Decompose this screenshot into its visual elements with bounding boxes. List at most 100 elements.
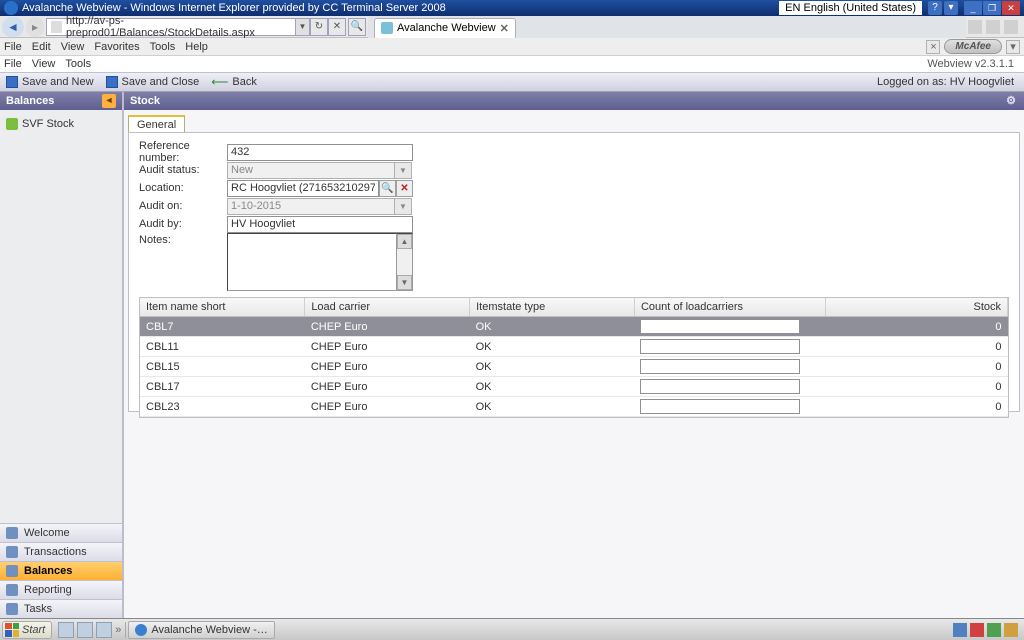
col-item[interactable]: Item name short [140, 298, 305, 317]
page-icon [51, 21, 62, 33]
task-label: Avalanche Webview -… [151, 624, 267, 636]
notes-scrollbar[interactable]: ▲ ▼ [397, 233, 413, 291]
nav-reporting-label: Reporting [24, 584, 72, 596]
window-title: Avalanche Webview - Windows Internet Exp… [22, 2, 446, 14]
app-menu-view[interactable]: View [32, 58, 56, 70]
save-close-label: Save and Close [122, 76, 200, 88]
save-and-new-button[interactable]: Save and New [6, 76, 94, 88]
back-arrow-icon: ⟵ [211, 75, 228, 89]
mcafee-badge[interactable]: McAfee [944, 39, 1002, 54]
chevron-down-icon[interactable]: ▼ [395, 162, 412, 179]
table-row[interactable]: CBL23CHEP EuroOK0 [140, 397, 1008, 417]
stop-button[interactable]: ✕ [328, 18, 346, 36]
table-row[interactable]: CBL15CHEP EuroOK0 [140, 357, 1008, 377]
tray-icon[interactable] [987, 623, 1001, 637]
table-row[interactable]: CBL17CHEP EuroOK0 [140, 377, 1008, 397]
collapse-sidebar-icon[interactable]: ◄ [102, 94, 116, 108]
sidebar-header: Balances ◄ [0, 92, 122, 110]
audit-by-input[interactable] [227, 216, 413, 233]
audit-status-combo[interactable]: New ▼ [227, 162, 412, 179]
count-input[interactable] [640, 339, 800, 354]
tray-icon[interactable] [970, 623, 984, 637]
logged-on-label: Logged on as: HV Hoogvliet [877, 76, 1018, 88]
count-input[interactable] [640, 399, 800, 414]
col-carrier[interactable]: Load carrier [305, 298, 470, 317]
nav-balances[interactable]: Balances [0, 561, 122, 580]
col-count[interactable]: Count of loadcarriers [634, 298, 825, 317]
url-dropdown-icon[interactable]: ▼ [296, 18, 310, 36]
home-icon[interactable] [968, 20, 982, 34]
main-panel: Stock ⚙ General Reference number: Audit … [124, 92, 1024, 618]
menu-help[interactable]: Help [185, 41, 208, 53]
tab-close-icon[interactable]: ✕ [500, 22, 509, 35]
ql-expand-icon[interactable]: » [115, 624, 121, 636]
nav-reporting[interactable]: Reporting [0, 580, 122, 599]
start-button[interactable]: Start [2, 621, 52, 639]
label-audit-by: Audit by: [139, 218, 227, 230]
lang-dropdown-icon[interactable]: ▾ [944, 1, 958, 15]
location-input[interactable] [227, 180, 379, 197]
toolbar-close-icon[interactable]: × [926, 40, 940, 54]
lookup-icon[interactable]: 🔍 [379, 180, 396, 197]
count-input[interactable] [640, 379, 800, 394]
count-input[interactable] [640, 319, 800, 334]
col-stock[interactable]: Stock [825, 298, 1007, 317]
back-button[interactable]: ◄ [2, 17, 24, 37]
tray-icon[interactable] [1004, 623, 1018, 637]
address-bar[interactable]: http://av-ps-preprod01/Balances/StockDet… [46, 18, 296, 36]
back-nav-button[interactable]: ⟵ Back [211, 75, 257, 89]
col-state[interactable]: Itemstate type [470, 298, 635, 317]
sidebar-title: Balances [6, 95, 54, 107]
maximize-button[interactable]: ❐ [983, 1, 1001, 15]
clear-icon[interactable]: ✕ [396, 180, 413, 197]
favorites-icon[interactable] [986, 20, 1000, 34]
ql-ie-icon[interactable] [96, 622, 112, 638]
audit-on-combo[interactable]: 1-10-2015 ▼ [227, 198, 412, 215]
notes-textarea[interactable] [227, 233, 397, 291]
help-icon[interactable]: ? [928, 1, 942, 15]
reference-input[interactable] [227, 144, 413, 161]
count-input[interactable] [640, 359, 800, 374]
menu-tools[interactable]: Tools [150, 41, 176, 53]
cell-carrier: CHEP Euro [305, 357, 470, 377]
language-indicator[interactable]: EN English (United States) [779, 1, 922, 15]
menu-edit[interactable]: Edit [32, 41, 51, 53]
menu-view[interactable]: View [61, 41, 85, 53]
app-menu-tools[interactable]: Tools [65, 58, 91, 70]
scroll-up-icon[interactable]: ▲ [397, 234, 412, 249]
menu-file[interactable]: File [4, 41, 22, 53]
cell-count [634, 317, 825, 337]
tab-favicon [381, 22, 393, 34]
browser-tab[interactable]: Avalanche Webview ✕ [374, 18, 516, 38]
table-row[interactable]: CBL7CHEP EuroOK0 [140, 317, 1008, 337]
tray-icon[interactable] [953, 623, 967, 637]
minimize-button[interactable]: _ [964, 1, 982, 15]
panel-title: Stock [130, 95, 160, 107]
refresh-button[interactable]: ↻ [310, 18, 328, 36]
nav-tasks[interactable]: Tasks [0, 599, 122, 618]
ql-desktop-icon[interactable] [58, 622, 74, 638]
scroll-down-icon[interactable]: ▼ [397, 275, 412, 290]
gear-icon[interactable]: ⚙ [1004, 94, 1018, 108]
forward-button[interactable]: ▸ [26, 17, 44, 37]
label-location: Location: [139, 182, 227, 194]
tools-icon[interactable] [1004, 20, 1018, 34]
menu-favorites[interactable]: Favorites [94, 41, 139, 53]
chevron-down-icon[interactable]: ▼ [395, 198, 412, 215]
nav-transactions[interactable]: Transactions [0, 542, 122, 561]
mcafee-dropdown-icon[interactable]: ▾ [1006, 40, 1020, 54]
close-button[interactable]: ✕ [1002, 1, 1020, 15]
search-button[interactable]: 🔍 [348, 18, 366, 36]
cell-item: CBL11 [140, 337, 305, 357]
table-row[interactable]: CBL11CHEP EuroOK0 [140, 337, 1008, 357]
taskbar-item[interactable]: Avalanche Webview -… [128, 621, 274, 639]
tab-general[interactable]: General [128, 115, 185, 132]
tree-item-svf-stock[interactable]: SVF Stock [6, 116, 116, 132]
stock-grid: Item name short Load carrier Itemstate t… [139, 297, 1009, 418]
ql-explorer-icon[interactable] [77, 622, 93, 638]
cell-carrier: CHEP Euro [305, 337, 470, 357]
nav-welcome[interactable]: Welcome [0, 523, 122, 542]
app-menu-file[interactable]: File [4, 58, 22, 70]
cell-count [634, 337, 825, 357]
save-and-close-button[interactable]: Save and Close [106, 76, 200, 88]
